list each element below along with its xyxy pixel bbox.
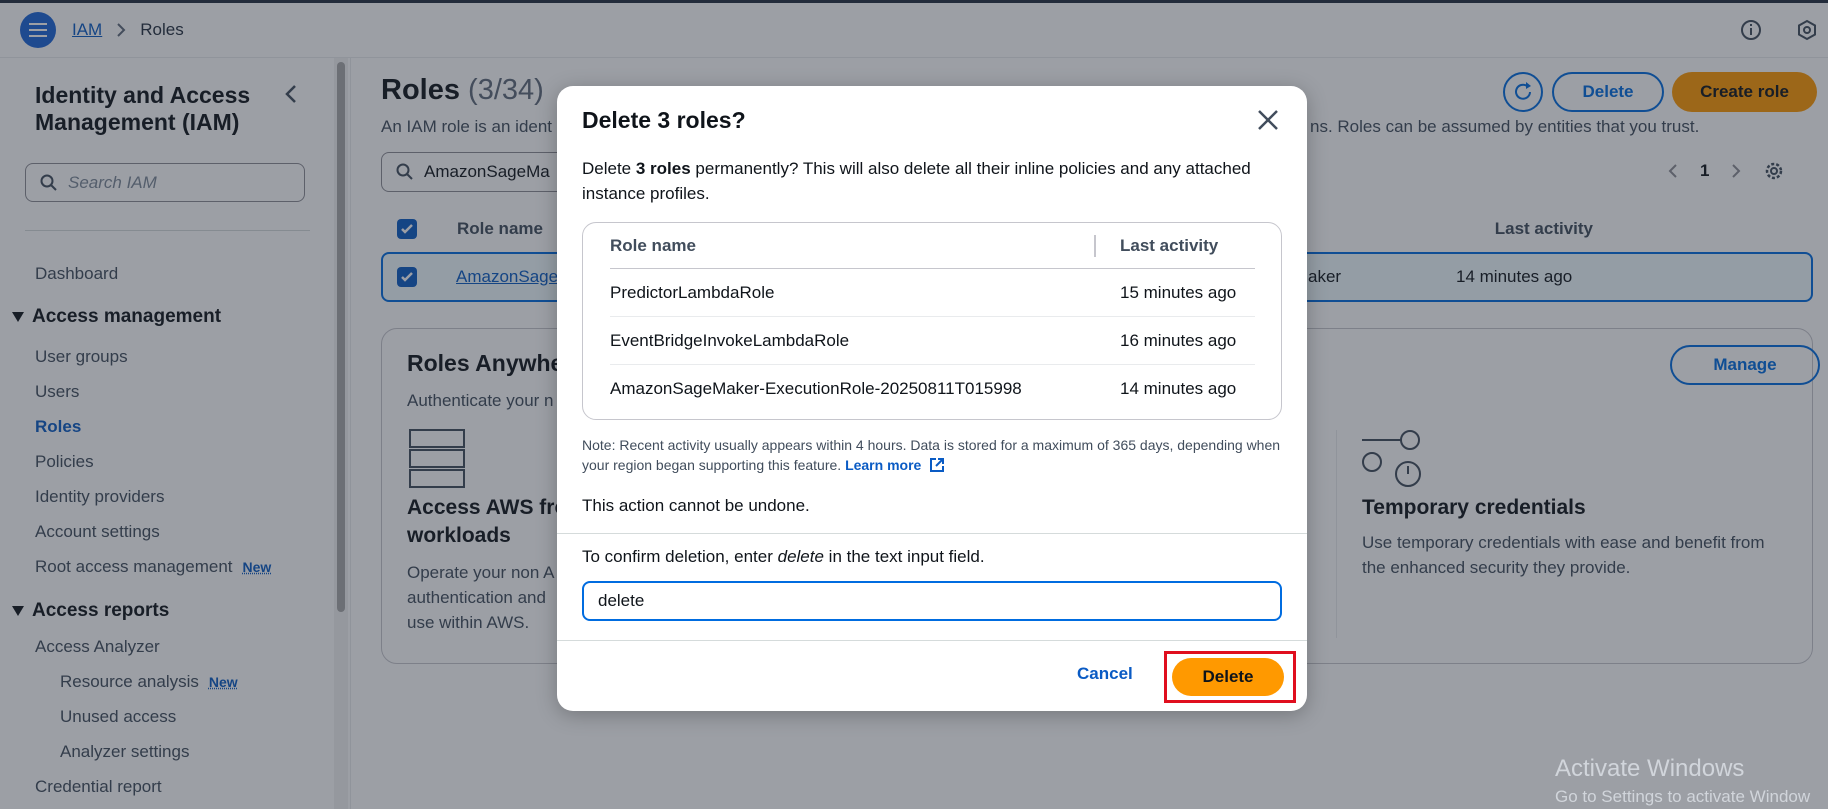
- table-row: AmazonSageMaker-ExecutionRole-20250811T0…: [610, 365, 1255, 413]
- confirm-word: delete: [777, 547, 824, 566]
- close-icon[interactable]: [1254, 106, 1282, 134]
- delete-roles-dialog: Delete 3 roles? Delete 3 roles permanent…: [557, 86, 1307, 711]
- confirm-suffix: in the text input field.: [823, 547, 985, 566]
- cannot-undo-text: This action cannot be undone.: [582, 496, 810, 515]
- dialog-title: Delete 3 roles?: [582, 107, 746, 133]
- dialog-col-role-name: Role name: [610, 235, 696, 255]
- dialog-table-header: Role name Last activity: [610, 223, 1255, 269]
- learn-more-link[interactable]: Learn more: [845, 457, 945, 473]
- role-name: PredictorLambdaRole: [610, 282, 775, 302]
- column-separator: [1094, 234, 1096, 257]
- activity-note: Note: Recent activity usually appears wi…: [582, 435, 1282, 475]
- watermark-line1: Activate Windows: [1555, 755, 1745, 782]
- table-row: PredictorLambdaRole 15 minutes ago: [610, 269, 1255, 317]
- dialog-col-last-activity: Last activity: [1120, 235, 1219, 255]
- confirm-label: To confirm deletion, enter delete in the…: [582, 547, 985, 567]
- watermark-line2: Go to Settings to activate Window: [1555, 787, 1811, 806]
- role-name: EventBridgeInvokeLambdaRole: [610, 330, 850, 350]
- dialog-divider: [557, 533, 1307, 534]
- dialog-footer-divider: [557, 640, 1307, 641]
- table-row: EventBridgeInvokeLambdaRole 16 minutes a…: [610, 317, 1255, 365]
- confirm-delete-input[interactable]: [582, 581, 1282, 621]
- last-activity: 15 minutes ago: [1120, 282, 1237, 302]
- dialog-body-text: Delete 3 roles permanently? This will al…: [582, 156, 1272, 206]
- last-activity: 16 minutes ago: [1120, 330, 1237, 350]
- body-prefix: Delete: [582, 159, 636, 178]
- roles-to-delete-table: Role name Last activity PredictorLambdaR…: [582, 222, 1282, 420]
- last-activity: 14 minutes ago: [1120, 379, 1237, 398]
- learn-more-label: Learn more: [845, 457, 922, 473]
- body-bold: 3 roles: [635, 159, 691, 178]
- confirm-delete-button[interactable]: Delete: [1172, 658, 1284, 696]
- windows-activation-watermark: Activate Windows Go to Settings to activ…: [1555, 755, 1810, 807]
- external-link-icon: [930, 458, 945, 472]
- role-name: AmazonSageMaker-ExecutionRole-20250811T0…: [610, 379, 1022, 398]
- confirm-prefix: To confirm deletion, enter: [582, 547, 778, 566]
- cancel-button[interactable]: Cancel: [1077, 664, 1133, 684]
